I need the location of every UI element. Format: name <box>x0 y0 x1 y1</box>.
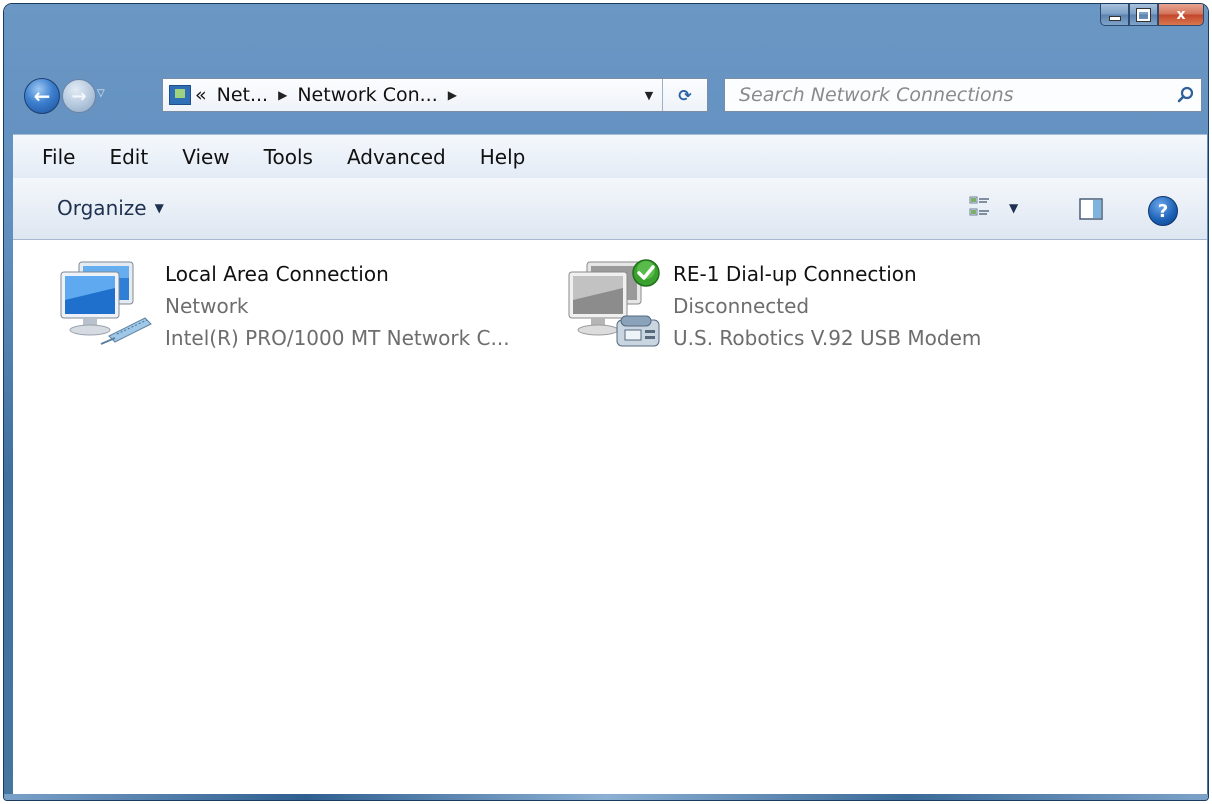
connection-device: U.S. Robotics V.92 USB Modem <box>673 326 982 350</box>
close-icon: x <box>1176 6 1186 23</box>
window-bottom-border <box>4 794 1208 800</box>
recent-pages-dropdown[interactable]: ▽ <box>97 88 109 100</box>
preview-pane-icon <box>1079 198 1103 220</box>
change-view-button[interactable]: ▼ <box>969 196 1018 220</box>
breadcrumb-item-network-connections[interactable]: Network Con... <box>297 84 437 106</box>
connection-name: Local Area Connection <box>165 262 389 286</box>
menu-tools[interactable]: Tools <box>247 145 330 169</box>
minimize-icon <box>1109 16 1120 20</box>
forward-button[interactable]: → <box>62 79 96 113</box>
network-cable-icon <box>57 258 157 350</box>
navigation-row: ← → ▽ « Net... ▶ Network Con... ▶ ▼ ⟳ <box>4 70 1208 120</box>
search-input[interactable] <box>725 78 1171 112</box>
organize-label: Organize <box>57 196 147 220</box>
menu-view[interactable]: View <box>165 145 246 169</box>
connections-list: Local Area Connection Network Intel(R) P… <box>13 240 1207 794</box>
breadcrumb-separator-icon[interactable]: ▶ <box>448 88 457 102</box>
help-icon: ? <box>1157 200 1169 222</box>
chevron-down-icon: ▽ <box>97 88 105 99</box>
chevron-down-icon: ▼ <box>1009 201 1019 215</box>
explorer-window: x ← → ▽ « Net... ▶ Network Con... ▶ ▼ ⟳ … <box>4 4 1208 800</box>
caption-buttons: x <box>1100 4 1204 26</box>
chevron-down-icon: ▼ <box>154 201 164 215</box>
menu-help[interactable]: Help <box>463 145 543 169</box>
search-icon[interactable] <box>1171 79 1201 111</box>
connection-device: Intel(R) PRO/1000 MT Network C... <box>165 326 510 350</box>
address-dropdown-button[interactable]: ▼ <box>636 79 662 111</box>
help-button[interactable]: ? <box>1148 196 1178 226</box>
network-folder-icon <box>169 85 191 105</box>
command-bar: Organize ▼ ▼ ? <box>13 178 1207 240</box>
search-box <box>724 78 1202 112</box>
back-button[interactable]: ← <box>24 78 60 114</box>
menu-advanced[interactable]: Advanced <box>330 145 463 169</box>
breadcrumb-overflow[interactable]: « <box>195 84 207 106</box>
connection-status: Network <box>165 294 249 318</box>
maximize-button[interactable] <box>1129 4 1158 26</box>
forward-arrow-icon: → <box>71 85 87 107</box>
refresh-icon: ⟳ <box>678 85 692 105</box>
preview-pane-button[interactable] <box>1079 198 1103 224</box>
menu-bar: File Edit View Tools Advanced Help <box>13 134 1207 178</box>
breadcrumb-item-network[interactable]: Net... <box>217 84 268 106</box>
menu-edit[interactable]: Edit <box>92 145 165 169</box>
back-arrow-icon: ← <box>33 84 51 108</box>
organize-button[interactable]: Organize ▼ <box>57 196 164 220</box>
connection-name: RE-1 Dial-up Connection <box>673 262 917 286</box>
refresh-button[interactable]: ⟳ <box>662 79 707 111</box>
dialup-modem-icon <box>565 258 665 350</box>
details-view-icon <box>969 196 989 216</box>
close-button[interactable]: x <box>1158 4 1204 26</box>
address-bar[interactable]: « Net... ▶ Network Con... ▶ ▼ ⟳ <box>162 78 708 112</box>
menu-file[interactable]: File <box>13 145 92 169</box>
breadcrumb-separator-icon[interactable]: ▶ <box>278 88 287 102</box>
default-connection-check-icon <box>632 259 660 287</box>
list-item-dialup-connection[interactable]: RE-1 Dial-up Connection Disconnected U.S… <box>565 258 981 354</box>
maximize-icon <box>1137 8 1150 21</box>
connection-status: Disconnected <box>673 294 810 318</box>
minimize-button[interactable] <box>1100 4 1129 26</box>
chevron-down-icon: ▼ <box>644 88 654 102</box>
breadcrumb: « Net... ▶ Network Con... ▶ <box>195 84 636 106</box>
list-item-local-area-connection[interactable]: Local Area Connection Network Intel(R) P… <box>57 258 510 354</box>
